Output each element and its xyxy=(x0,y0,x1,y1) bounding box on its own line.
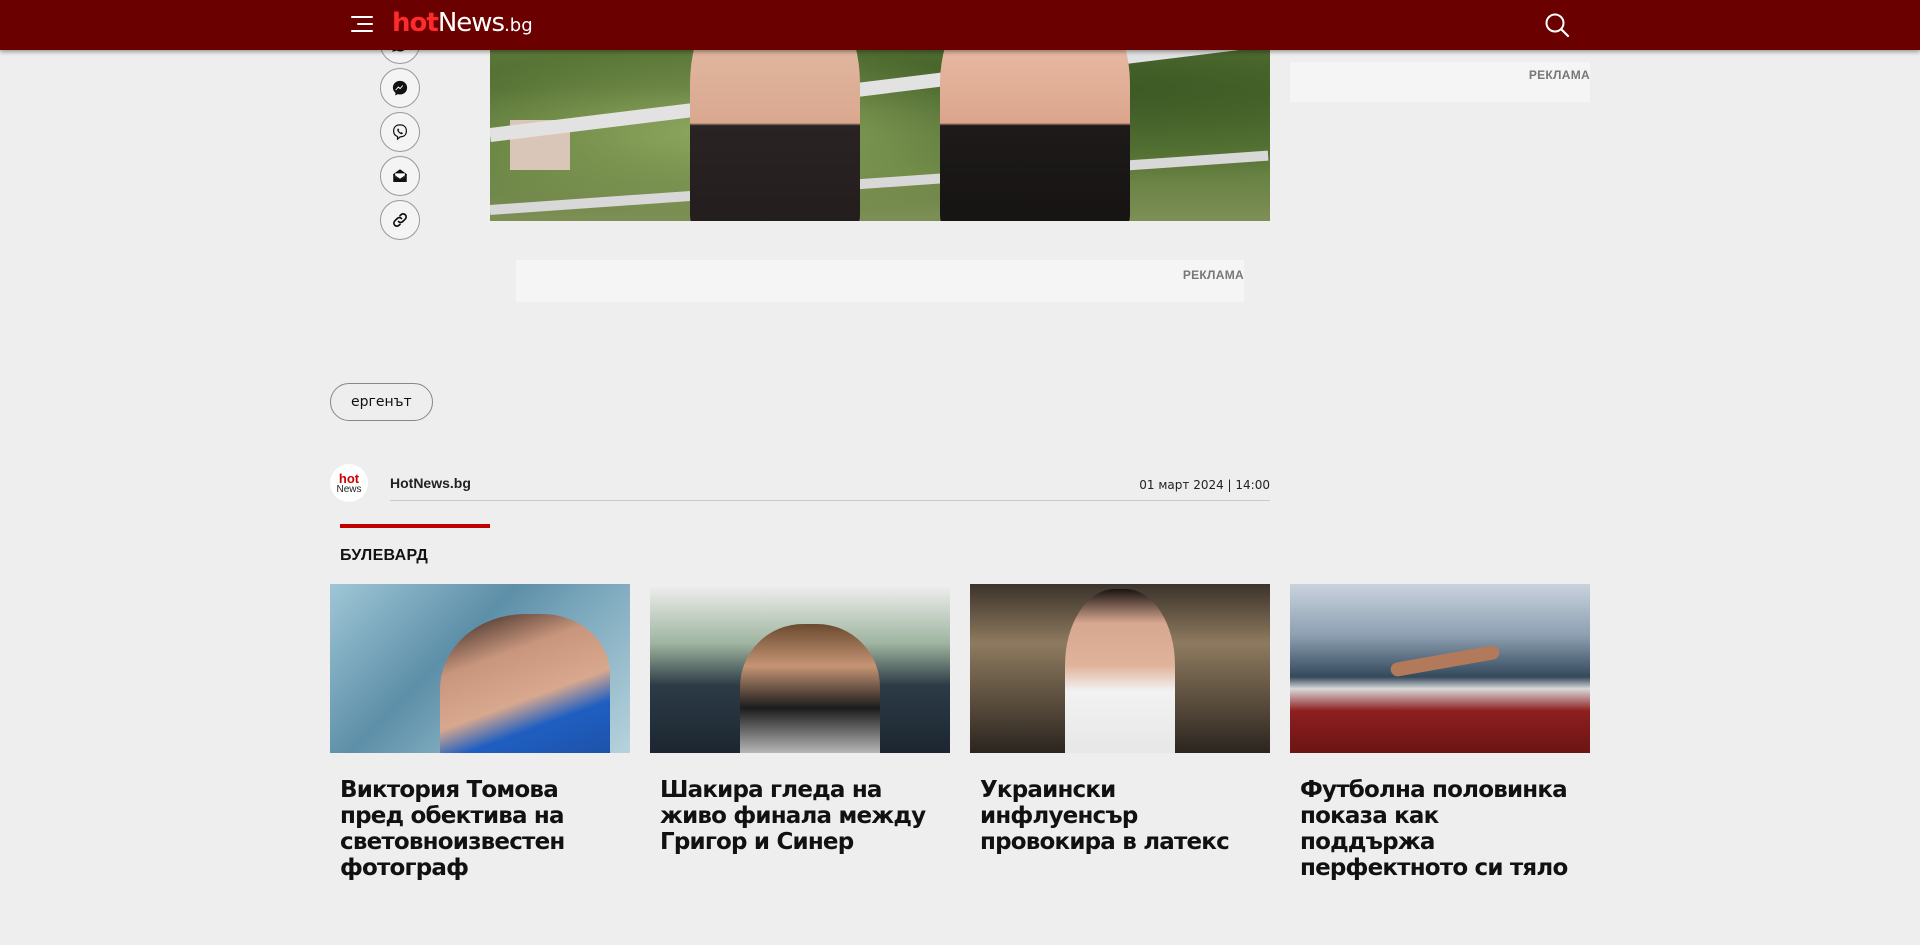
search-icon[interactable] xyxy=(1542,10,1572,40)
link-icon xyxy=(393,213,407,227)
section-accent-bar xyxy=(340,524,490,528)
article-title[interactable]: Футболна половинка показа как поддържа п… xyxy=(1300,777,1580,881)
share-messenger-button[interactable] xyxy=(380,68,420,108)
author-avatar[interactable]: hot News xyxy=(330,464,368,502)
publish-date: 01 март 2024 | 14:00 xyxy=(1139,478,1270,492)
article-title[interactable]: Украински инфлуенсър провокира в латекс xyxy=(980,777,1260,855)
author-divider xyxy=(390,500,1270,501)
article-thumbnail[interactable] xyxy=(970,584,1270,753)
article-thumbnail[interactable] xyxy=(330,584,630,753)
inline-advertisement[interactable]: РЕКЛАМА xyxy=(516,260,1244,302)
site-logo[interactable]: hotNews.bg xyxy=(392,8,533,38)
author-name[interactable]: HotNews.bg xyxy=(390,475,471,491)
hamburger-menu-icon[interactable] xyxy=(348,12,376,36)
article-tag[interactable]: ергенът xyxy=(330,383,433,421)
article-title[interactable]: Виктория Томова пред обектива на световн… xyxy=(340,777,620,881)
article-thumbnail[interactable] xyxy=(650,584,950,753)
section-title[interactable]: БУЛЕВАРД xyxy=(340,547,428,565)
article-card[interactable]: Футболна половинка показа как поддържа п… xyxy=(1290,584,1590,881)
share-viber-button[interactable] xyxy=(380,112,420,152)
article-title[interactable]: Шакира гледа на живо финала между Григор… xyxy=(660,777,940,855)
email-icon xyxy=(392,169,408,182)
viber-icon xyxy=(393,124,407,141)
share-buttons xyxy=(380,0,420,244)
ad-label: РЕКЛАМА xyxy=(1182,268,1244,282)
article-card[interactable]: Шакира гледа на живо финала между Григор… xyxy=(650,584,950,855)
sidebar-advertisement[interactable]: РЕКЛАМА xyxy=(1290,62,1590,102)
share-copy-link-button[interactable] xyxy=(380,200,420,240)
share-email-button[interactable] xyxy=(380,156,420,196)
article-card[interactable]: Виктория Томова пред обектива на световн… xyxy=(330,584,630,881)
article-card[interactable]: Украински инфлуенсър провокира в латекс xyxy=(970,584,1270,855)
ad-label: РЕКЛАМА xyxy=(1528,68,1590,82)
article-thumbnail[interactable] xyxy=(1290,584,1590,753)
messenger-icon xyxy=(392,80,408,96)
top-navigation-bar: hotNews.bg xyxy=(0,0,1920,50)
